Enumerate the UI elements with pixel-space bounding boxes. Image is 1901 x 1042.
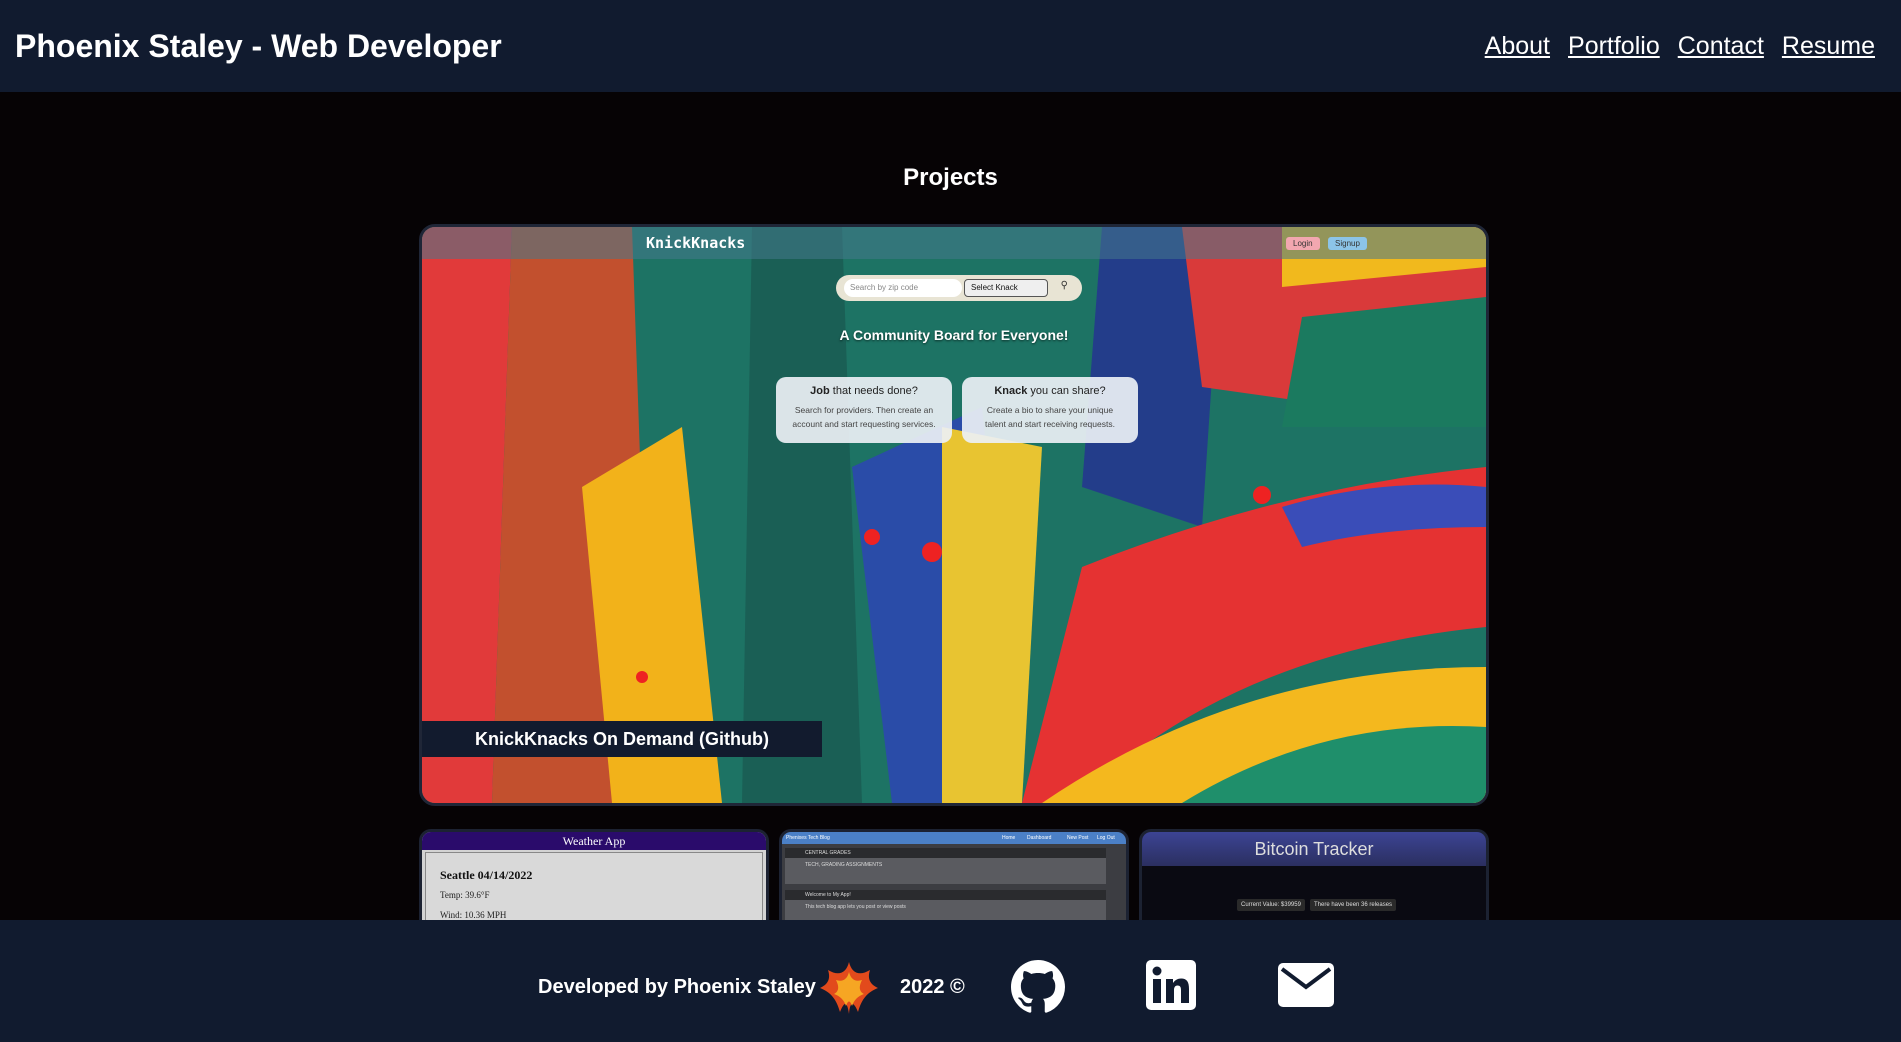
nav-portfolio[interactable]: Portfolio [1568,30,1660,62]
card-desc: account and start requesting services. [792,419,936,429]
phoenix-logo-icon [820,962,878,1014]
project-screenshot-art [422,227,1486,803]
blog-nav-item: Home [1002,835,1016,841]
site-title: Phoenix Staley - Web Developer [15,28,502,64]
blog-navbar: Phenixes Tech Blog Home Dashboard New Po… [782,832,1126,844]
screenshot-navbar: KnickKnacks Login Signup [422,227,1486,259]
weather-city: Seattle 04/14/2022 [440,868,533,882]
screenshot-search-bar: Search by zip code Select Knack ⚲ [836,275,1082,301]
bitcoin-tracker-thumbnail[interactable]: Bitcoin Tracker Current Value: $39959 Th… [1139,829,1489,929]
site-header: Phoenix Staley - Web Developer About Por… [0,0,1901,92]
blog-nav-item: New Post [1067,835,1089,841]
card-desc: Search for providers. Then create an [794,405,934,415]
blog-post-body: TECH, GRADING ASSIGNMENTS [805,862,883,868]
nav-resume[interactable]: Resume [1782,30,1875,62]
bitcoin-releases: There have been 36 releases [1310,899,1397,911]
developed-by-text: Developed by Phoenix Staley [538,976,816,998]
screenshot-login-button: Login [1286,237,1320,250]
screenshot-tagline: A Community Board for Everyone! [839,327,1069,343]
card-bold: Knack [994,385,1028,397]
screenshot-select: Select Knack [964,279,1048,297]
screenshot-search-field: Search by zip code [844,279,962,297]
knickknacks-logo: KnickKnacks [646,234,746,252]
card-title-rest: that needs done? [829,385,918,397]
card-desc: Create a bio to share your unique [986,405,1114,415]
screenshot-knack-card: Knack you can share? Create a bio to sha… [962,377,1138,443]
nav-about[interactable]: About [1485,30,1550,62]
mail-icon[interactable] [1278,963,1334,1007]
blog-post-body: This tech blog app lets you post or view… [805,904,906,910]
card-title-rest: you can share? [1027,385,1106,397]
main-nav: About Portfolio Contact Resume [1485,30,1875,62]
weather-app-title: Weather App [422,832,766,850]
card-desc: talent and start receiving requests. [985,419,1115,429]
blog-nav-item: Log Out [1097,835,1115,841]
blog-site-name: Phenixes Tech Blog [786,835,830,841]
weather-wind: Wind: 10.36 MPH [440,910,507,920]
screenshot-signup-button: Signup [1328,237,1367,250]
bitcoin-tracker-title: Bitcoin Tracker [1142,832,1486,866]
tech-blog-thumbnail[interactable]: Phenixes Tech Blog Home Dashboard New Po… [779,829,1129,929]
github-icon[interactable] [1011,960,1065,1014]
nav-contact[interactable]: Contact [1678,30,1764,62]
search-icon: ⚲ [1060,280,1068,291]
linkedin-icon[interactable] [1146,960,1196,1010]
bitcoin-value: Current Value: $39959 [1237,899,1305,911]
weather-temp: Temp: 39.6°F [440,890,490,900]
copyright-text: 2022 © [900,976,965,998]
featured-project-card[interactable]: KnickKnacks Login Signup Search by zip c… [419,224,1489,806]
blog-post-title: Welcome to My App! [785,890,1106,900]
projects-heading: Projects [903,164,998,191]
blog-post: CENTRAL GRADES TECH, GRADING ASSIGNMENTS [785,848,1106,884]
blog-nav-item: Dashboard [1027,835,1052,841]
blog-post-title: CENTRAL GRADES [785,848,1106,858]
card-bold: Job [810,385,830,397]
screenshot-job-card: Job that needs done? Search for provider… [776,377,952,443]
featured-project-link[interactable]: KnickKnacks On Demand (Github) [422,721,822,757]
weather-app-thumbnail[interactable]: Weather App Seattle 04/14/2022 Temp: 39.… [419,829,769,929]
